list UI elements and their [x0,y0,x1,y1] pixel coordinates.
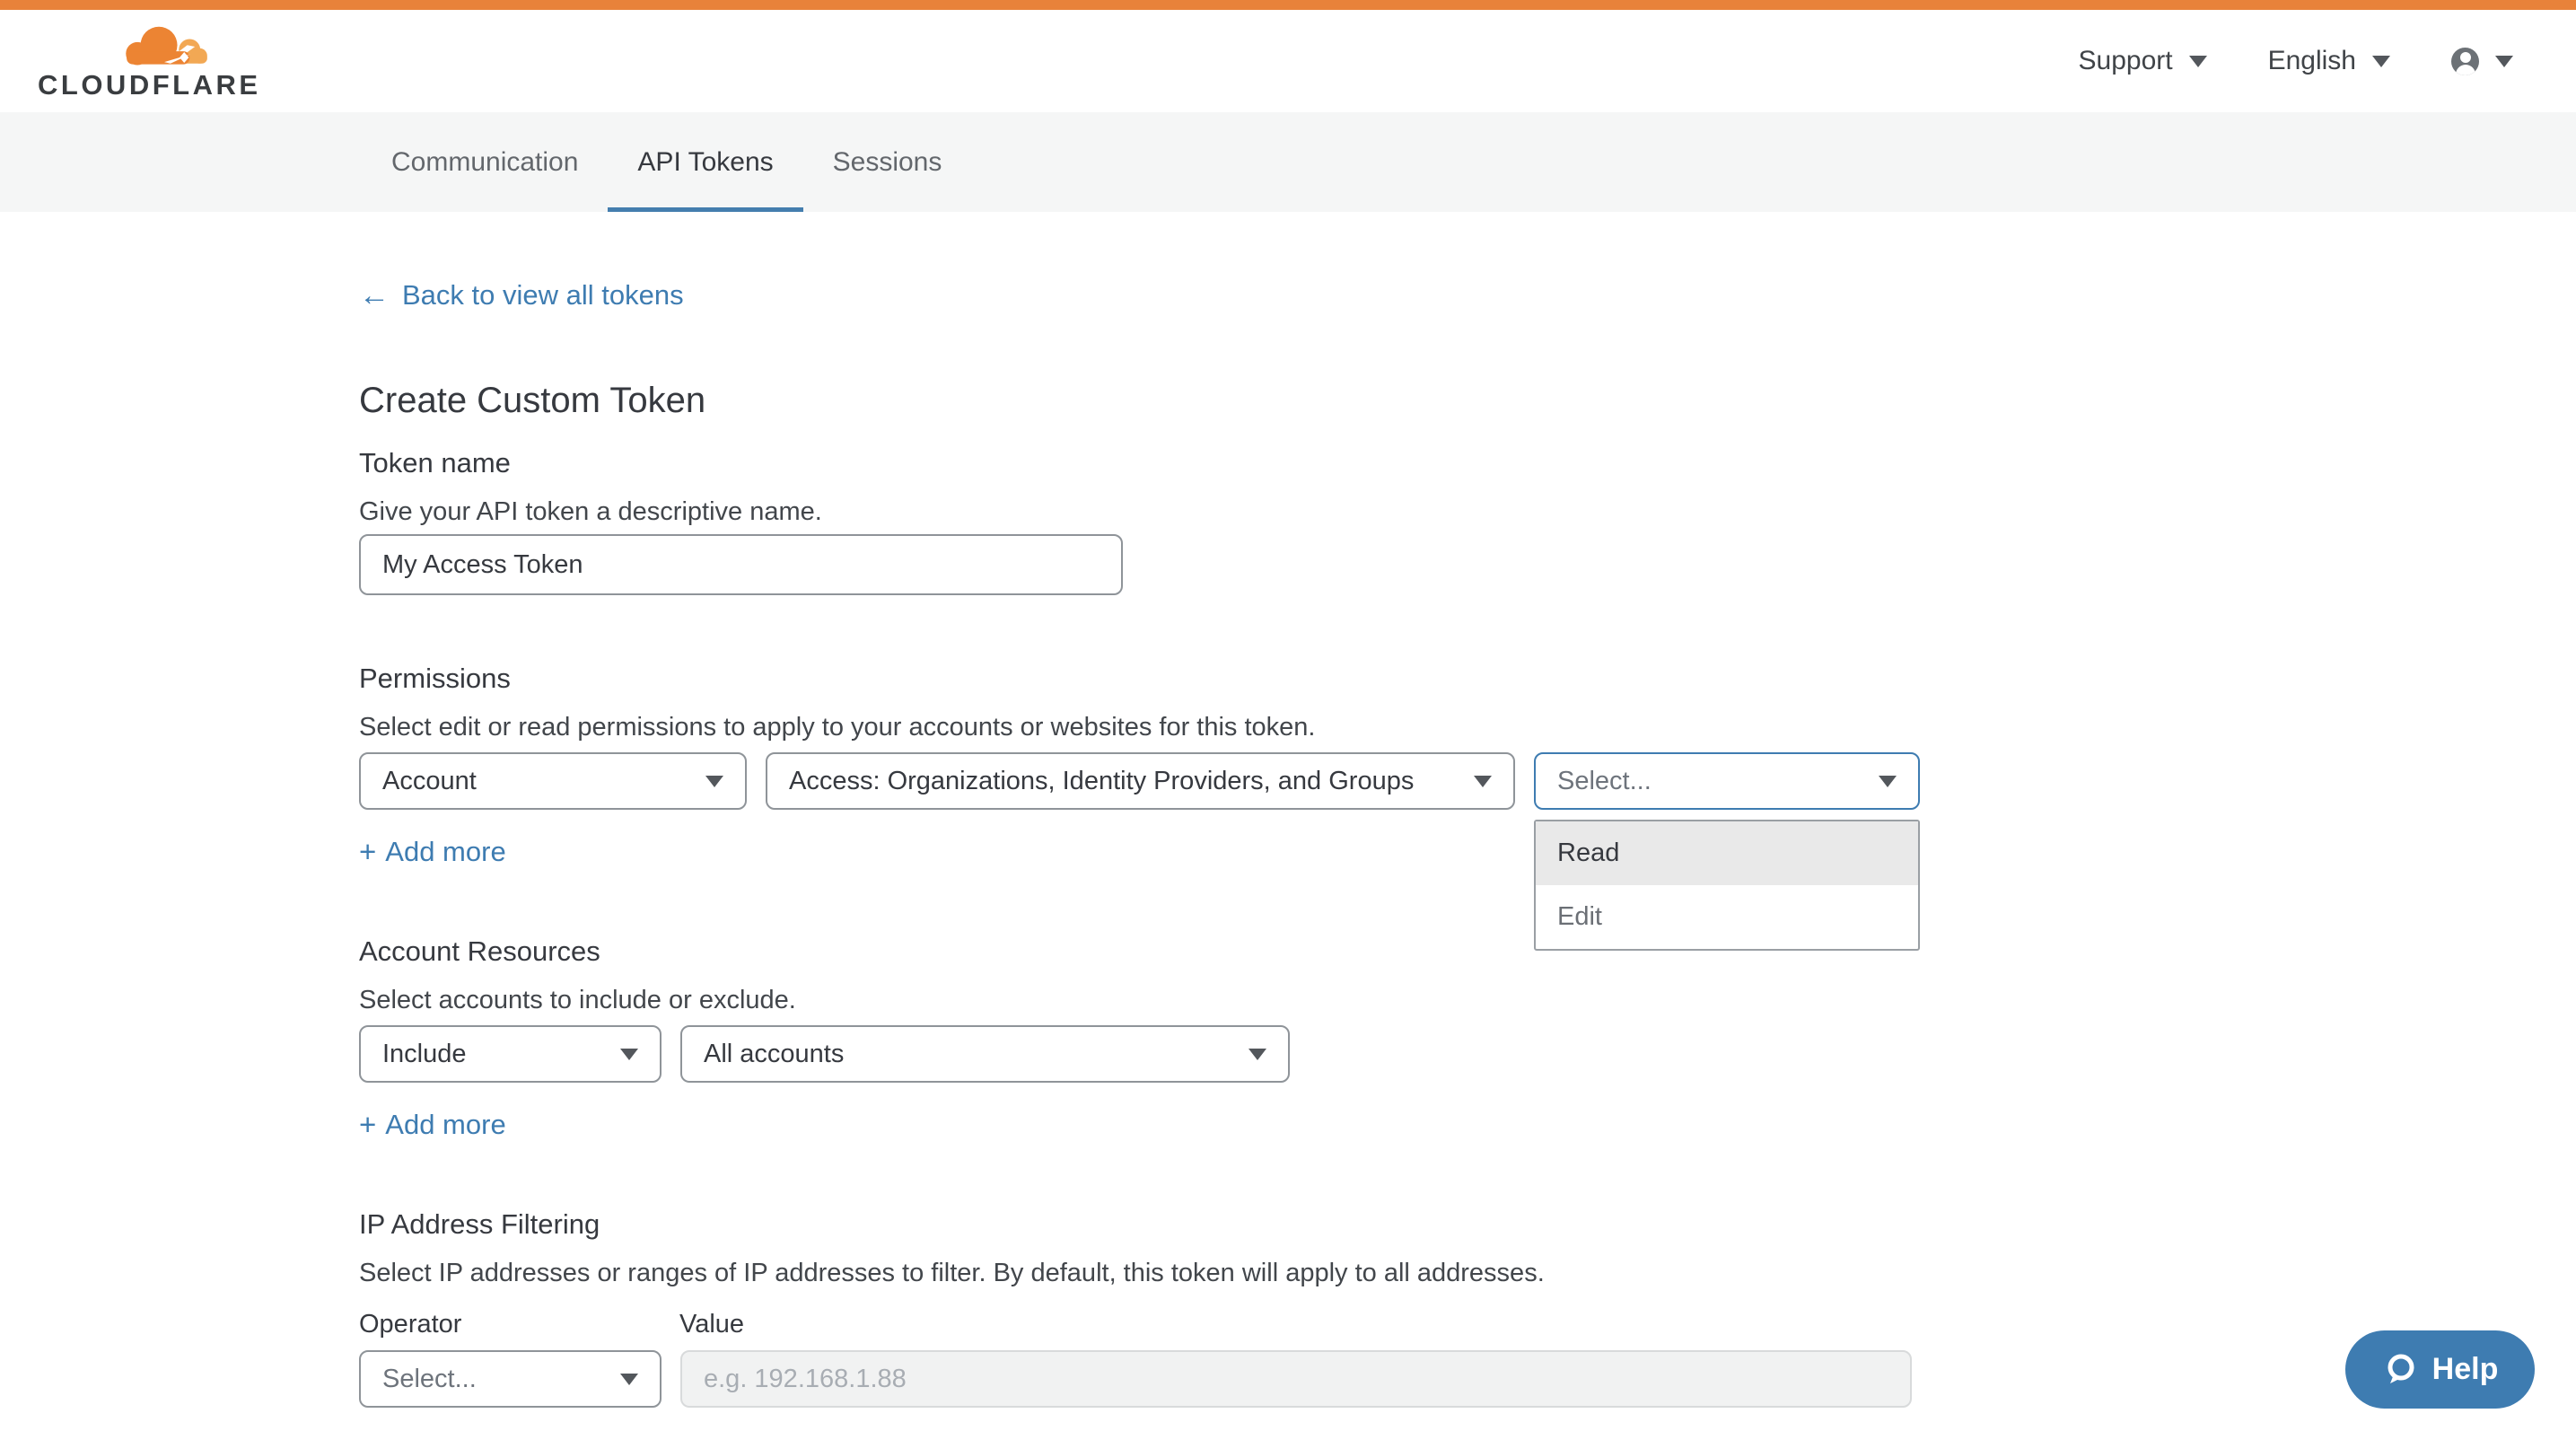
resource-accounts-select[interactable]: All accounts [680,1025,1290,1083]
resource-mode-select[interactable]: Include [359,1025,662,1083]
token-name-heading: Token name [359,447,2576,479]
operator-placeholder: Select... [382,1365,477,1394]
permissions-add-more-button[interactable]: + Add more [359,836,506,868]
operator-select[interactable]: Select... [359,1350,662,1408]
user-avatar-icon [2451,48,2479,75]
account-resources-description: Select accounts to include or exclude. [359,985,2576,1015]
tab-bar: Communication API Tokens Sessions [0,112,2576,212]
top-orange-bar [0,0,2576,10]
chevron-down-icon [2372,56,2390,67]
account-resources-row: Include All accounts [359,1025,2576,1083]
account-resources-add-more-button[interactable]: + Add more [359,1109,506,1141]
chevron-down-icon [1249,1049,1266,1060]
help-button[interactable]: Help [2345,1330,2535,1409]
operator-label: Operator [359,1309,679,1339]
account-resources-heading: Account Resources [359,935,2576,968]
cloudflare-cloud-icon [117,23,212,70]
permission-access-select[interactable]: Select... [1534,752,1920,810]
permissions-description: Select edit or read permissions to apply… [359,712,2576,742]
page-title: Create Custom Token [359,380,2576,421]
help-button-label: Help [2432,1352,2499,1387]
support-menu[interactable]: Support [2079,46,2207,76]
resource-mode-value: Include [382,1040,467,1069]
access-dropdown-menu: Read Edit [1534,820,1920,951]
permission-scope-value: Account [382,767,477,796]
chevron-down-icon [705,776,723,787]
back-to-tokens-link[interactable]: ← Back to view all tokens [359,279,684,312]
token-name-description: Give your API token a descriptive name. [359,496,2576,527]
ip-filtering-heading: IP Address Filtering [359,1208,2576,1241]
permissions-row: Account Access: Organizations, Identity … [359,752,2576,810]
header: CLOUDFLARE Support English [0,10,2576,112]
value-label: Value [679,1309,744,1339]
ip-filtering-labels: Operator Value [359,1309,2576,1339]
permission-group-value: Access: Organizations, Identity Provider… [789,767,1414,796]
menu-item-edit[interactable]: Edit [1536,885,1918,949]
permission-access-placeholder: Select... [1557,767,1652,796]
tab-sessions[interactable]: Sessions [803,112,972,212]
add-more-label: Add more [385,836,505,868]
cloudflare-logo-text: CLOUDFLARE [38,72,261,99]
language-label: English [2268,46,2356,76]
plus-icon: + [359,836,376,868]
chat-bubble-icon [2382,1352,2418,1388]
resource-accounts-value: All accounts [704,1040,844,1069]
back-link-label: Back to view all tokens [402,279,684,312]
token-name-input[interactable] [359,534,1123,595]
account-menu[interactable] [2451,48,2513,75]
cloudflare-logo[interactable]: CLOUDFLARE [38,23,261,99]
permission-scope-select[interactable]: Account [359,752,747,810]
permission-access-wrapper: Select... Read Edit [1534,752,1920,810]
tab-communication[interactable]: Communication [362,112,608,212]
header-right: Support English [2079,46,2513,76]
ip-filtering-row: Select... [359,1350,2576,1408]
plus-icon: + [359,1109,376,1141]
tab-api-tokens[interactable]: API Tokens [608,112,802,212]
chevron-down-icon [1474,776,1492,787]
menu-item-read[interactable]: Read [1536,821,1918,885]
ip-value-input[interactable] [680,1350,1912,1408]
chevron-down-icon [620,1374,638,1385]
permission-group-select[interactable]: Access: Organizations, Identity Provider… [766,752,1515,810]
language-menu[interactable]: English [2268,46,2390,76]
ip-filtering-description: Select IP addresses or ranges of IP addr… [359,1258,2576,1288]
support-label: Support [2079,46,2173,76]
back-arrow-icon: ← [359,279,390,312]
chevron-down-icon [620,1049,638,1060]
page: CLOUDFLARE Support English Communication… [0,0,2576,1431]
permissions-heading: Permissions [359,663,2576,695]
chevron-down-icon [2189,56,2207,67]
add-more-label: Add more [385,1109,505,1141]
chevron-down-icon [2495,56,2513,67]
chevron-down-icon [1879,776,1897,787]
main-content: ← Back to view all tokens Create Custom … [0,212,2576,1408]
